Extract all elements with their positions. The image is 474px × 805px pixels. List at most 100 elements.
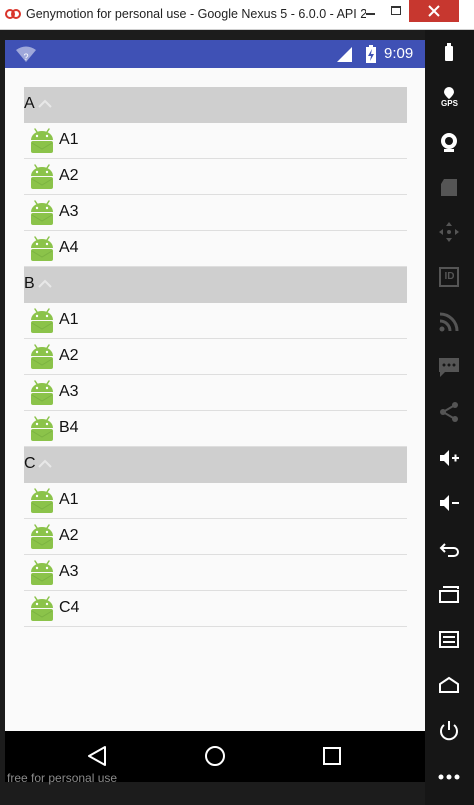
group-header-label: C	[24, 455, 36, 472]
list-item[interactable]: A3	[24, 555, 407, 591]
share-widget-button[interactable]	[430, 395, 469, 429]
battery-icon	[445, 43, 453, 61]
maximize-button[interactable]	[383, 0, 409, 22]
volume-up-button[interactable]	[430, 441, 469, 475]
group-header-b[interactable]: B	[24, 267, 407, 303]
list-item[interactable]: A2	[24, 519, 407, 555]
list-item[interactable]: A4	[24, 231, 407, 267]
list-item-label: A2	[59, 527, 79, 544]
list-item-label: A1	[59, 491, 79, 508]
list-item-label: A1	[59, 311, 79, 328]
power-button[interactable]	[430, 714, 469, 748]
android-robot-icon	[27, 234, 57, 269]
group-header-a[interactable]: A	[24, 87, 407, 123]
more-icon	[438, 774, 460, 780]
group-header-c[interactable]: C	[24, 447, 407, 483]
window-titlebar: Genymotion for personal use - Google Nex…	[0, 0, 474, 30]
remote-control-widget-button[interactable]	[430, 215, 469, 249]
chevron-up-icon	[37, 277, 53, 295]
volume-down-icon	[440, 495, 459, 511]
toolbar-home-button[interactable]	[430, 668, 469, 702]
window-title: Genymotion for personal use - Google Nex…	[26, 7, 366, 21]
status-bar: ? 9:09	[5, 40, 425, 68]
list-item-label: B4	[59, 419, 79, 436]
status-clock: 9:09	[384, 45, 414, 62]
volume-up-icon	[440, 450, 459, 466]
emulator-toolbar: GPS ID	[425, 30, 474, 805]
minimize-icon	[366, 13, 375, 15]
android-robot-icon	[27, 414, 57, 449]
network-icon	[439, 312, 459, 332]
nav-recents-button[interactable]	[302, 731, 362, 782]
list-item-label: A4	[59, 239, 79, 256]
gps-label: GPS	[441, 99, 458, 108]
remote-control-icon	[439, 222, 459, 242]
android-robot-icon	[27, 486, 57, 521]
home-icon	[205, 746, 225, 766]
android-robot-icon	[27, 522, 57, 557]
battery-charging-icon	[366, 45, 376, 63]
screencast-icon	[441, 179, 457, 196]
list-item-label: A3	[59, 563, 79, 580]
recent-apps-icon	[439, 586, 459, 603]
android-robot-icon	[27, 306, 57, 341]
list-item-label: A3	[59, 383, 79, 400]
sms-icon	[439, 358, 459, 377]
chevron-up-icon	[37, 457, 53, 475]
list-item-label: A3	[59, 203, 79, 220]
list-item[interactable]: A1	[24, 483, 407, 519]
app-content: A A1 A2 A3 A4 B A1 A2 A3 B4 C A1 A2 A3 C4	[5, 68, 425, 731]
watermark-text: free for personal use	[7, 771, 118, 785]
list-item[interactable]: B4	[24, 411, 407, 447]
list-item-label: A2	[59, 167, 79, 184]
volume-down-button[interactable]	[430, 486, 469, 520]
list-item-label: A1	[59, 131, 79, 148]
share-icon	[440, 402, 458, 422]
android-robot-icon	[27, 594, 57, 629]
nav-home-button[interactable]	[185, 731, 245, 782]
recent-apps-button[interactable]	[430, 577, 469, 611]
list-item[interactable]: A3	[24, 375, 407, 411]
more-options-button[interactable]	[430, 760, 469, 794]
identifier-label: ID	[444, 271, 455, 282]
menu-button[interactable]	[430, 623, 469, 657]
battery-widget-button[interactable]	[430, 34, 469, 68]
list-item[interactable]: A1	[24, 303, 407, 339]
sms-widget-button[interactable]	[430, 350, 469, 384]
menu-icon	[439, 631, 459, 648]
device-screen: ? 9:09 A A1 A2 A3 A4 B A1 A2 A3 B4 C A1 A2 A3 C4	[5, 40, 425, 782]
group-header-label: B	[24, 275, 35, 292]
list-item[interactable]: C4	[24, 591, 407, 627]
recents-icon	[323, 747, 341, 765]
list-item-label: C4	[59, 599, 80, 616]
list-item[interactable]: A1	[24, 123, 407, 159]
close-icon	[428, 5, 440, 17]
list-item[interactable]: A3	[24, 195, 407, 231]
android-robot-icon	[27, 558, 57, 593]
network-widget-button[interactable]	[430, 305, 469, 339]
wifi-badge: ?	[23, 52, 28, 62]
back-icon	[439, 543, 459, 557]
maximize-icon	[391, 6, 401, 15]
expandable-list[interactable]: A A1 A2 A3 A4 B A1 A2 A3 B4 C A1 A2 A3 C4	[24, 87, 407, 627]
back-icon	[88, 746, 106, 766]
minimize-button[interactable]	[357, 0, 383, 22]
android-robot-icon	[27, 378, 57, 413]
chevron-up-icon	[37, 97, 53, 115]
android-robot-icon	[27, 162, 57, 197]
android-robot-icon	[27, 198, 57, 233]
webcam-widget-button[interactable]	[430, 125, 469, 159]
wifi-icon: ?	[16, 46, 36, 62]
list-item[interactable]: A2	[24, 159, 407, 195]
list-item-label: A2	[59, 347, 79, 364]
webcam-icon	[441, 133, 457, 152]
power-icon	[440, 721, 458, 741]
identifier-widget-button[interactable]: ID	[430, 260, 469, 294]
gps-widget-button[interactable]: GPS	[430, 80, 469, 114]
signal-icon	[337, 47, 352, 62]
toolbar-back-button[interactable]	[430, 532, 469, 566]
list-item[interactable]: A2	[24, 339, 407, 375]
home-icon	[439, 676, 459, 693]
close-button[interactable]	[409, 0, 459, 22]
screencast-widget-button[interactable]	[430, 170, 469, 204]
